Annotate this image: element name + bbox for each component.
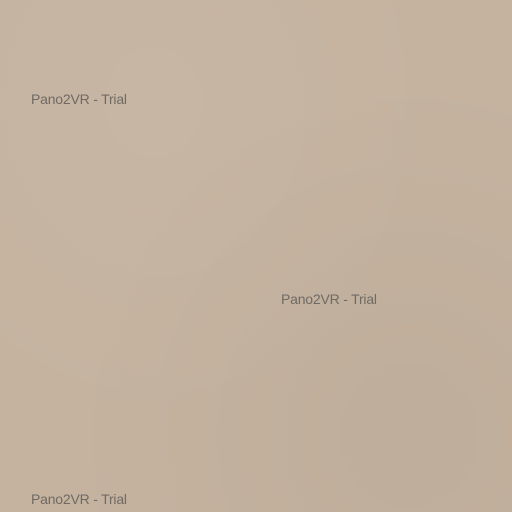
- panorama-viewport[interactable]: Pano2VR - Trial Pano2VR - Trial Pano2VR …: [0, 0, 512, 512]
- trial-watermark: Pano2VR - Trial: [31, 91, 127, 107]
- trial-watermark: Pano2VR - Trial: [281, 291, 377, 307]
- trial-watermark: Pano2VR - Trial: [31, 491, 127, 507]
